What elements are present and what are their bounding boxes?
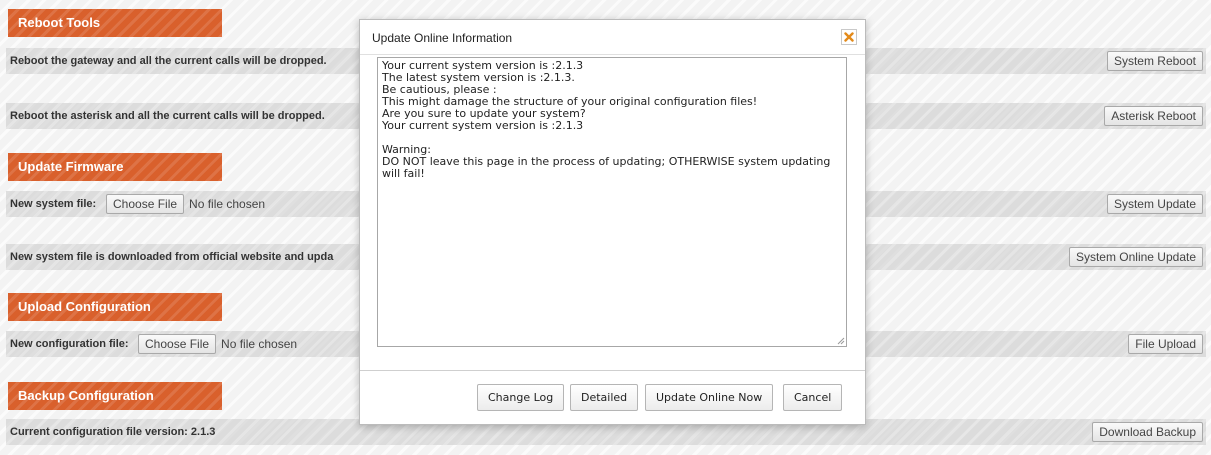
section-header-update-firmware: Update Firmware [8, 153, 222, 181]
row-label: Current configuration file version: 2.1.… [10, 426, 216, 438]
page: Reboot Tools Reboot the gateway and all … [0, 0, 1211, 455]
detailed-button[interactable]: Detailed [570, 384, 639, 411]
row-label: New configuration file: [10, 338, 129, 350]
info-line [382, 132, 842, 144]
row-label: New system file: [10, 198, 97, 210]
section-header-reboot-tools: Reboot Tools [8, 9, 222, 37]
info-line: will fail! [382, 167, 425, 180]
system-online-update-button[interactable]: System Online Update [1068, 247, 1203, 267]
choose-system-file-button[interactable]: Choose File [106, 194, 185, 214]
file-status: No file chosen [189, 197, 266, 211]
change-log-button[interactable]: Change Log [477, 384, 565, 411]
section-title: Backup Configuration [18, 388, 154, 403]
dialog-divider [360, 370, 865, 371]
section-title: Reboot Tools [18, 15, 101, 30]
row-label: Reboot the gateway and all the current c… [10, 55, 327, 67]
cancel-button[interactable]: Cancel [783, 384, 843, 411]
system-reboot-button[interactable]: System Reboot [1106, 51, 1203, 71]
configuration-file-picker: Choose File No file chosen [138, 334, 297, 354]
section-title: Upload Configuration [18, 299, 151, 314]
system-update-button[interactable]: System Update [1106, 194, 1203, 214]
update-online-now-button[interactable]: Update Online Now [645, 384, 774, 411]
file-upload-button[interactable]: File Upload [1128, 334, 1203, 354]
close-icon[interactable] [841, 29, 857, 45]
section-header-backup-configuration: Backup Configuration [8, 382, 222, 410]
download-backup-button[interactable]: Download Backup [1092, 422, 1203, 442]
choose-configuration-file-button[interactable]: Choose File [138, 334, 217, 354]
section-title: Update Firmware [18, 159, 124, 174]
info-line: DO NOT leave this page in the process of… [382, 155, 831, 168]
file-status: No file chosen [221, 337, 298, 351]
section-header-upload-configuration: Upload Configuration [8, 293, 222, 321]
update-info-textarea[interactable]: Your current system version is :2.1.3 Th… [377, 57, 847, 347]
info-line: Your current system version is :2.1.3 [382, 119, 584, 132]
dialog-titlebar: Update Online Information [360, 20, 865, 55]
row-label: New system file is downloaded from offic… [10, 251, 334, 263]
dialog-title: Update Online Information [372, 31, 513, 45]
asterisk-reboot-button[interactable]: Asterisk Reboot [1104, 106, 1203, 126]
update-online-dialog: Update Online Information Your current s… [359, 19, 866, 425]
resize-grip-icon[interactable] [837, 337, 845, 345]
system-file-picker: Choose File No file chosen [106, 194, 265, 214]
row-label: Reboot the asterisk and all the current … [10, 110, 325, 122]
